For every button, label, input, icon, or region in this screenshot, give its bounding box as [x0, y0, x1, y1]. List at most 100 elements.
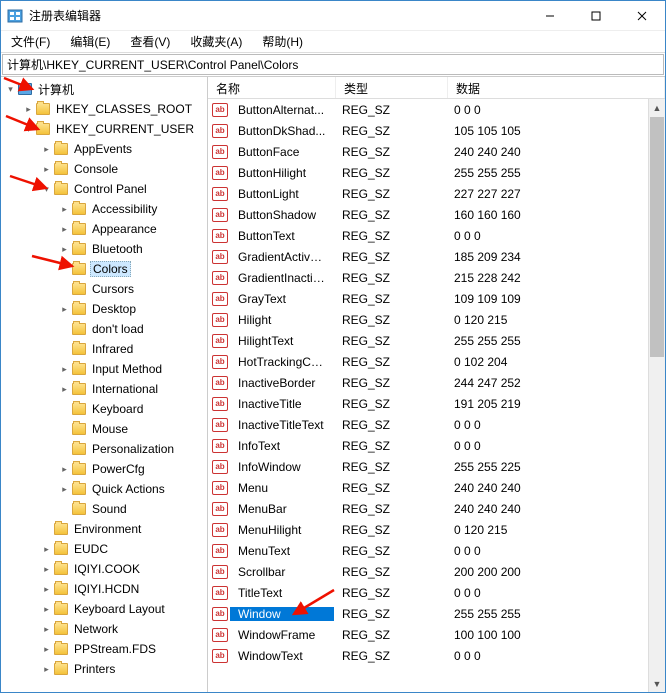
expand-icon[interactable] [41, 564, 52, 575]
tree-label[interactable]: PowerCfg [90, 462, 147, 476]
tree-node[interactable]: HKEY_CLASSES_ROOT [1, 99, 207, 119]
expand-icon[interactable] [41, 624, 52, 635]
list-row[interactable]: abGradientActive...REG_SZ185 209 234 [208, 246, 665, 267]
tree-node[interactable]: Personalization [1, 439, 207, 459]
tree-label[interactable]: HKEY_CURRENT_USER [54, 122, 196, 136]
expand-icon[interactable] [41, 544, 52, 555]
value-name[interactable]: HotTrackingCo... [230, 355, 334, 369]
tree-node[interactable]: PPStream.FDS [1, 639, 207, 659]
tree-node[interactable]: Desktop [1, 299, 207, 319]
list-row[interactable]: abButtonFaceREG_SZ240 240 240 [208, 141, 665, 162]
expand-icon[interactable] [59, 204, 70, 215]
vertical-scrollbar[interactable]: ▲ ▼ [648, 99, 665, 692]
list-row[interactable]: abButtonTextREG_SZ0 0 0 [208, 225, 665, 246]
tree-node[interactable]: Quick Actions [1, 479, 207, 499]
tree-node[interactable]: Colors [1, 259, 207, 279]
expand-icon[interactable] [41, 144, 52, 155]
list-row[interactable]: abGradientInactiv...REG_SZ215 228 242 [208, 267, 665, 288]
list-row[interactable]: abInfoTextREG_SZ0 0 0 [208, 435, 665, 456]
value-name[interactable]: MenuText [230, 544, 334, 558]
value-name[interactable]: ButtonDkShad... [230, 124, 334, 138]
tree-label[interactable]: Quick Actions [90, 482, 167, 496]
tree-label[interactable]: International [90, 382, 160, 396]
value-name[interactable]: GrayText [230, 292, 334, 306]
expand-icon[interactable] [41, 644, 52, 655]
list-row[interactable]: abMenuBarREG_SZ240 240 240 [208, 498, 665, 519]
list-row[interactable]: abButtonHilightREG_SZ255 255 255 [208, 162, 665, 183]
tree-label[interactable]: Colors [90, 261, 131, 277]
list-row[interactable]: abTitleTextREG_SZ0 0 0 [208, 582, 665, 603]
value-name[interactable]: Scrollbar [230, 565, 334, 579]
list-row[interactable]: abInfoWindowREG_SZ255 255 225 [208, 456, 665, 477]
list-row[interactable]: abInactiveTitleTextREG_SZ0 0 0 [208, 414, 665, 435]
tree-node[interactable]: Bluetooth [1, 239, 207, 259]
menu-item[interactable]: 文件(F) [7, 31, 54, 52]
tree-label[interactable]: AppEvents [72, 142, 134, 156]
tree-node[interactable]: HKEY_CURRENT_USER [1, 119, 207, 139]
list-row[interactable]: abInactiveBorderREG_SZ244 247 252 [208, 372, 665, 393]
value-name[interactable]: GradientInactiv... [230, 271, 334, 285]
list-row[interactable]: abButtonAlternat...REG_SZ0 0 0 [208, 99, 665, 120]
scroll-down-arrow[interactable]: ▼ [649, 675, 665, 692]
value-name[interactable]: InactiveTitle [230, 397, 334, 411]
tree-node[interactable]: Accessibility [1, 199, 207, 219]
header-name[interactable]: 名称 [208, 77, 336, 98]
minimize-button[interactable] [527, 1, 573, 31]
value-name[interactable]: WindowText [230, 649, 334, 663]
tree-node[interactable]: Control Panel [1, 179, 207, 199]
expand-icon[interactable] [41, 584, 52, 595]
value-name[interactable]: WindowFrame [230, 628, 334, 642]
tree-label[interactable]: HKEY_CLASSES_ROOT [54, 102, 194, 116]
tree-label[interactable]: PPStream.FDS [72, 642, 158, 656]
tree-label[interactable]: Appearance [90, 222, 159, 236]
list-row[interactable]: abGrayTextREG_SZ109 109 109 [208, 288, 665, 309]
close-button[interactable] [619, 1, 665, 31]
expand-icon[interactable] [59, 484, 70, 495]
scroll-up-arrow[interactable]: ▲ [649, 99, 665, 116]
header-data[interactable]: 数据 [448, 77, 665, 98]
tree-label[interactable]: Bluetooth [90, 242, 145, 256]
tree-label[interactable]: Desktop [90, 302, 138, 316]
tree-node[interactable]: Printers [1, 659, 207, 679]
tree-label[interactable]: IQIYI.HCDN [72, 582, 141, 596]
list-row[interactable]: abHilightTextREG_SZ255 255 255 [208, 330, 665, 351]
tree-label[interactable]: Mouse [90, 422, 130, 436]
value-name[interactable]: Menu [230, 481, 334, 495]
list-row[interactable]: abMenuTextREG_SZ0 0 0 [208, 540, 665, 561]
value-name[interactable]: InactiveTitleText [230, 418, 334, 432]
collapse-icon[interactable] [41, 184, 52, 195]
tree-node[interactable]: IQIYI.HCDN [1, 579, 207, 599]
address-input[interactable] [2, 54, 664, 75]
value-name[interactable]: ButtonHilight [230, 166, 334, 180]
value-name[interactable]: Window [230, 607, 334, 621]
menu-item[interactable]: 帮助(H) [258, 31, 307, 52]
tree-label[interactable]: Input Method [90, 362, 164, 376]
tree-label[interactable]: 计算机 [36, 81, 76, 98]
tree-node[interactable]: Keyboard Layout [1, 599, 207, 619]
tree-label[interactable]: Keyboard Layout [72, 602, 167, 616]
expand-icon[interactable] [59, 244, 70, 255]
value-name[interactable]: ButtonLight [230, 187, 334, 201]
value-name[interactable]: InactiveBorder [230, 376, 334, 390]
tree-label[interactable]: Printers [72, 662, 117, 676]
list-row[interactable]: abWindowFrameREG_SZ100 100 100 [208, 624, 665, 645]
tree-node[interactable]: IQIYI.COOK [1, 559, 207, 579]
value-name[interactable]: InfoText [230, 439, 334, 453]
tree-label[interactable]: Console [72, 162, 120, 176]
expand-icon[interactable] [41, 604, 52, 615]
list-row[interactable]: abButtonLightREG_SZ227 227 227 [208, 183, 665, 204]
expand-icon[interactable] [59, 304, 70, 315]
list-row[interactable]: abButtonDkShad...REG_SZ105 105 105 [208, 120, 665, 141]
tree-pane[interactable]: 计算机 HKEY_CLASSES_ROOT HKEY_CURRENT_USER App… [1, 77, 208, 692]
value-name[interactable]: Hilight [230, 313, 334, 327]
tree-label[interactable]: Network [72, 622, 120, 636]
list-row[interactable]: abWindowREG_SZ255 255 255 [208, 603, 665, 624]
list-row[interactable]: abButtonShadowREG_SZ160 160 160 [208, 204, 665, 225]
tree-label[interactable]: Accessibility [90, 202, 159, 216]
tree-node[interactable]: don't load [1, 319, 207, 339]
expand-icon[interactable] [41, 664, 52, 675]
tree-node[interactable]: AppEvents [1, 139, 207, 159]
tree-node[interactable]: Sound [1, 499, 207, 519]
list-row[interactable]: abHotTrackingCo...REG_SZ0 102 204 [208, 351, 665, 372]
tree-label[interactable]: IQIYI.COOK [72, 562, 142, 576]
